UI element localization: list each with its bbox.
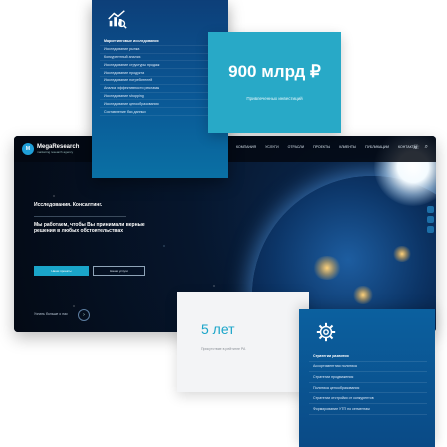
projects-button[interactable]: Наши проекты — [34, 266, 89, 276]
nav-link-projects[interactable]: Проекты — [313, 145, 330, 149]
strategy-item-usp[interactable]: Формирование УТП по сегментам — [309, 404, 427, 415]
strategy-item-competitors[interactable]: Стратегии отстройки от конкурентов — [309, 393, 427, 404]
site-logo[interactable]: M MegaResearch marketing research agency — [22, 143, 79, 155]
menu-item-shopping[interactable]: Исследование shopping — [100, 93, 224, 101]
nav-link-industries[interactable]: Отрасли — [288, 145, 304, 149]
menu-item-marketing-research[interactable]: Маркетинговые исследования — [100, 38, 224, 46]
logo-tagline: marketing research agency — [37, 150, 74, 154]
social-icon[interactable] — [427, 206, 434, 213]
social-icon[interactable] — [427, 216, 434, 223]
nav-link-services[interactable]: Услуги — [265, 145, 279, 149]
city-lights — [312, 256, 342, 280]
strategies-list: Стратегии развития Ассортиментная полити… — [309, 351, 427, 415]
learn-more-link[interactable]: Узнать больше о нас — [34, 312, 68, 316]
menu-item-consumer-research[interactable]: Исследование потребителей — [100, 77, 224, 85]
nav-link-company[interactable]: Компания — [236, 145, 256, 149]
investments-stat-card: 900 млрд ₽ Привлеченных инвестиций — [208, 32, 341, 133]
city-lights — [392, 246, 412, 262]
rating-years-label: Присутствие в рейтинге РА — [201, 347, 246, 351]
menu-item-competitive-analysis[interactable]: Конкурентный анализ — [100, 54, 224, 62]
rating-stat-card: 5 лет Присутствие в рейтинге РА — [177, 292, 309, 392]
side-social-icons — [427, 206, 434, 233]
gear-icon — [316, 322, 336, 342]
city-lights — [352, 286, 374, 304]
strategies-menu-card: Стратегии развития Ассортиментная полити… — [299, 309, 435, 447]
menu-item-product-research[interactable]: Исследование продукта — [100, 69, 224, 77]
nav-link-clients[interactable]: Клиенты — [339, 145, 356, 149]
social-icon[interactable] — [427, 226, 434, 233]
arrow-right-icon[interactable]: › — [78, 309, 90, 321]
hero-title: Исследования. Консалтинг. — [34, 202, 103, 208]
hero-text: Мы работаем, чтобы Вы принимали верные р… — [34, 222, 145, 235]
rating-years-value: 5 лет — [201, 321, 235, 337]
menu-item-pricing[interactable]: Исследование ценообразования — [100, 100, 224, 109]
strategy-item-assortment[interactable]: Ассортиментная политика — [309, 362, 427, 373]
strategy-item-pricing[interactable]: Политика ценообразования — [309, 383, 427, 394]
search-icon[interactable]: ⌕ — [425, 144, 428, 151]
phone-icon[interactable]: ☏ — [412, 144, 420, 151]
investments-label: Привлеченных инвестиций — [246, 96, 303, 101]
hero-divider — [34, 216, 126, 217]
strategy-item-development[interactable]: Стратегии развития — [309, 351, 427, 362]
menu-item-sales-structure[interactable]: Исследование структуры продаж — [100, 61, 224, 70]
menu-item-market-research[interactable]: Исследование рынка — [100, 46, 224, 54]
nav-link-publications[interactable]: Публикации — [365, 145, 389, 149]
research-menu-list: Маркетинговые исследования Исследование … — [100, 38, 224, 116]
menu-item-databases[interactable]: Составление баз данных — [100, 108, 224, 116]
nav-links: Компания Услуги Отрасли Проекты Клиенты … — [236, 145, 417, 149]
analytics-icon — [108, 10, 127, 29]
nav-icons: ☏ ⌕ — [412, 144, 428, 151]
services-button[interactable]: Наши услуги — [93, 266, 145, 276]
investments-value: 900 млрд ₽ — [228, 62, 321, 81]
menu-item-ad-efficiency[interactable]: Анализ эффективности рекламы — [100, 85, 224, 93]
strategy-item-promotion[interactable]: Стратегии продвижения — [309, 372, 427, 383]
logo-mark: M — [22, 143, 34, 155]
